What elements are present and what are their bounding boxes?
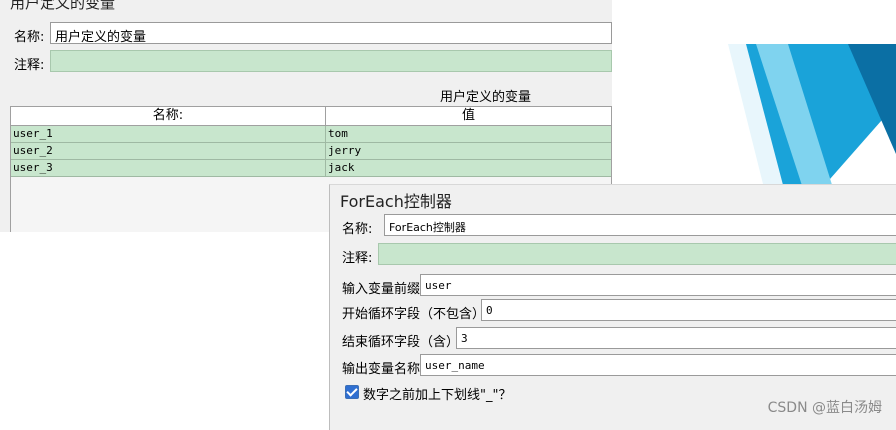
cell-name[interactable]: user_1	[13, 127, 53, 140]
input-prefix-label: 输入变量前缀	[342, 282, 421, 297]
panel-title: ForEach控制器	[340, 192, 452, 211]
cell-name[interactable]: user_2	[13, 144, 53, 157]
foreach-controller-panel: ForEach控制器 名称: ForEach控制器 注释: 输入变量前缀 use…	[329, 184, 896, 430]
input-prefix-value: user	[425, 279, 452, 292]
output-variable-input[interactable]: user_name	[420, 354, 896, 376]
end-index-row: 结束循环字段（含） 3	[340, 327, 896, 350]
name-row: 名称: 用户定义的变量	[10, 22, 612, 45]
table-row[interactable]: user_2 jerry	[11, 143, 611, 160]
start-index-label: 开始循环字段（不包含）	[342, 307, 486, 322]
name-row: 名称: ForEach控制器	[340, 214, 896, 237]
table-row[interactable]: user_1 tom	[11, 126, 611, 143]
column-divider	[325, 143, 326, 159]
panel-title: 用户定义的变量	[10, 0, 116, 12]
comment-input[interactable]	[50, 50, 612, 72]
name-input[interactable]: ForEach控制器	[384, 214, 896, 236]
table-caption: 用户定义的变量	[440, 90, 532, 105]
column-header-value[interactable]: 值	[326, 107, 611, 126]
name-input-value: 用户定义的变量	[55, 30, 147, 45]
cell-value[interactable]: tom	[328, 127, 348, 140]
underscore-checkbox-label: 数字之前加上下划线"_"？	[363, 388, 512, 403]
name-label: 名称:	[342, 222, 373, 237]
input-prefix-row: 输入变量前缀 user	[340, 274, 896, 297]
input-prefix-input[interactable]: user	[420, 274, 896, 296]
underscore-checkbox[interactable]	[345, 385, 359, 399]
start-index-value: 0	[486, 304, 493, 317]
column-header-name[interactable]: 名称:	[11, 107, 326, 126]
end-index-label: 结束循环字段（含）	[342, 335, 460, 350]
watermark: CSDN @蓝白汤姆	[767, 400, 882, 416]
output-variable-label: 输出变量名称	[342, 362, 421, 377]
start-index-input[interactable]: 0	[481, 299, 896, 321]
name-input[interactable]: 用户定义的变量	[50, 22, 612, 45]
comment-row: 注释:	[10, 50, 612, 73]
end-index-input[interactable]: 3	[456, 327, 896, 349]
cell-name[interactable]: user_3	[13, 161, 53, 174]
table-row[interactable]: user_3 jack	[11, 160, 611, 177]
start-index-row: 开始循环字段（不包含） 0	[340, 299, 896, 322]
comment-row: 注释:	[340, 243, 896, 266]
output-variable-value: user_name	[425, 359, 485, 372]
column-divider	[325, 126, 326, 142]
column-divider	[325, 160, 326, 176]
cell-value[interactable]: jerry	[328, 144, 361, 157]
name-label: 名称:	[14, 30, 45, 45]
comment-label: 注释:	[14, 58, 45, 73]
name-input-value: ForEach控制器	[389, 221, 466, 234]
decorative-blue-wedge	[728, 44, 896, 204]
output-variable-row: 输出变量名称 user_name	[340, 354, 896, 377]
comment-input[interactable]	[378, 243, 896, 265]
cell-value[interactable]: jack	[328, 161, 355, 174]
comment-label: 注释:	[342, 251, 373, 266]
end-index-value: 3	[461, 332, 468, 345]
